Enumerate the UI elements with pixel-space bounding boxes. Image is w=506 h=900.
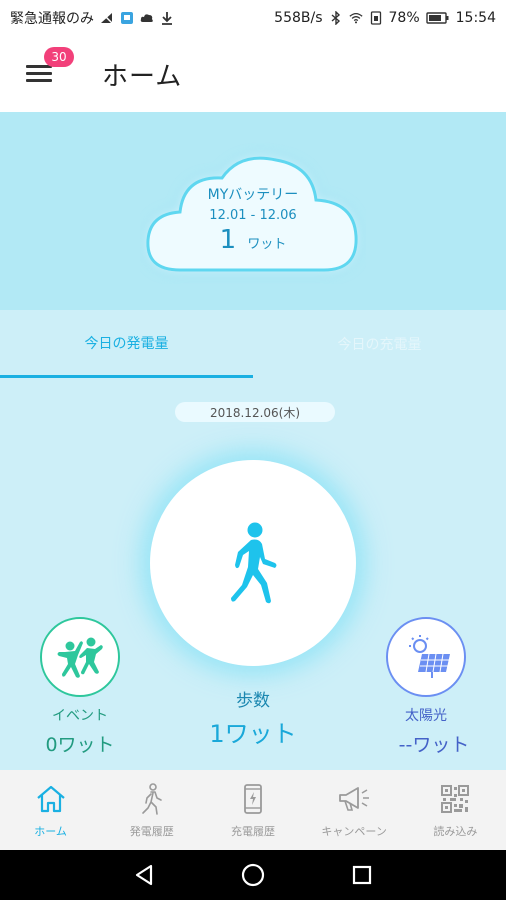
app-notification-icon <box>120 11 134 25</box>
nav-campaign-label: キャンペーン <box>321 825 387 838</box>
signal-off-icon <box>100 11 114 25</box>
cloud-icon <box>140 11 154 25</box>
walking-icon <box>231 522 277 604</box>
nav-campaign[interactable]: キャンペーン <box>304 770 405 850</box>
nav-home[interactable]: ホーム <box>0 770 101 850</box>
battery-date-range: 12.01 - 12.06 <box>209 208 297 223</box>
solar-panel-icon <box>409 635 450 678</box>
home-system-button[interactable] <box>233 855 273 895</box>
battery-value: 1 ワット <box>140 225 366 255</box>
app-bar: 30 ホーム <box>0 36 506 112</box>
generation-panel: 今日の発電量 今日の充電量 2018.12.06(木) イベント 0ワット 歩数… <box>0 310 506 770</box>
date-label: 2018.12.06(木) <box>175 402 335 422</box>
menu-icon-line <box>26 79 52 82</box>
recents-button[interactable] <box>342 855 382 895</box>
battery-icon <box>425 11 450 25</box>
battery-summary: MYバッテリー 12.01 - 12.06 1 ワット <box>140 184 366 255</box>
notification-badge: 30 <box>44 47 74 67</box>
solar-button[interactable] <box>386 617 466 697</box>
status-bar-left: 緊急通報のみ <box>10 8 174 28</box>
nav-charging-history-label: 充電履歴 <box>230 825 275 838</box>
recents-square-icon <box>352 865 371 885</box>
bluetooth-icon <box>329 11 343 25</box>
nav-charging-history[interactable]: 充電履歴 <box>202 770 303 850</box>
megaphone-icon <box>336 781 372 817</box>
phone-charge-icon <box>235 781 271 817</box>
nav-generation-history-label: 発電履歴 <box>129 825 174 838</box>
tab-today-charging[interactable]: 今日の充電量 <box>253 310 506 378</box>
steps-value: 1ワット <box>209 720 297 748</box>
network-speed: 558B/s <box>274 10 323 26</box>
solar-value: --ワット <box>398 734 470 756</box>
dancing-people-icon <box>57 637 103 678</box>
sim-icon <box>369 11 383 25</box>
nav-generation-history[interactable]: 発電履歴 <box>101 770 202 850</box>
nav-scan-label: 読み込み <box>433 825 478 838</box>
download-icon <box>160 11 174 25</box>
battery-value-unit: ワット <box>247 237 287 252</box>
event-button[interactable] <box>40 617 120 697</box>
battery-hero: MYバッテリー 12.01 - 12.06 1 ワット <box>0 112 506 310</box>
home-circle-icon <box>241 863 265 887</box>
clock: 15:54 <box>455 10 496 26</box>
menu-button[interactable]: 30 <box>24 47 74 89</box>
status-bar-right: 558B/s 78% 15:54 <box>274 10 496 26</box>
status-bar: 緊急通報のみ 558B/s 78% 15:54 <box>0 0 506 36</box>
bottom-navigation: ホーム 発電履歴 充電履歴 キャンペーン 読み込み <box>0 770 506 850</box>
battery-value-number: 1 <box>219 225 237 255</box>
home-icon <box>33 781 69 817</box>
battery-title: MYバッテリー <box>207 187 299 203</box>
steps-label: 歩数 <box>236 691 270 711</box>
qr-code-icon <box>437 781 473 817</box>
back-button[interactable] <box>124 855 164 895</box>
event-value: 0ワット <box>45 734 115 756</box>
back-triangle-icon <box>136 864 153 886</box>
nav-scan[interactable]: 読み込み <box>405 770 506 850</box>
walking-icon <box>134 781 170 817</box>
tab-today-generation[interactable]: 今日の発電量 <box>0 310 253 378</box>
battery-percent: 78% <box>388 10 420 26</box>
event-label: イベント <box>52 708 108 724</box>
wifi-icon <box>348 11 363 25</box>
tab-bar: 今日の発電量 今日の充電量 <box>0 310 506 378</box>
steps-button[interactable] <box>150 460 356 666</box>
nav-home-label: ホーム <box>34 825 67 838</box>
carrier-text: 緊急通報のみ <box>10 11 94 27</box>
page-title: ホーム <box>102 61 183 92</box>
menu-icon-line <box>26 72 52 75</box>
solar-label: 太陽光 <box>405 708 447 724</box>
system-navigation-bar <box>0 850 506 900</box>
